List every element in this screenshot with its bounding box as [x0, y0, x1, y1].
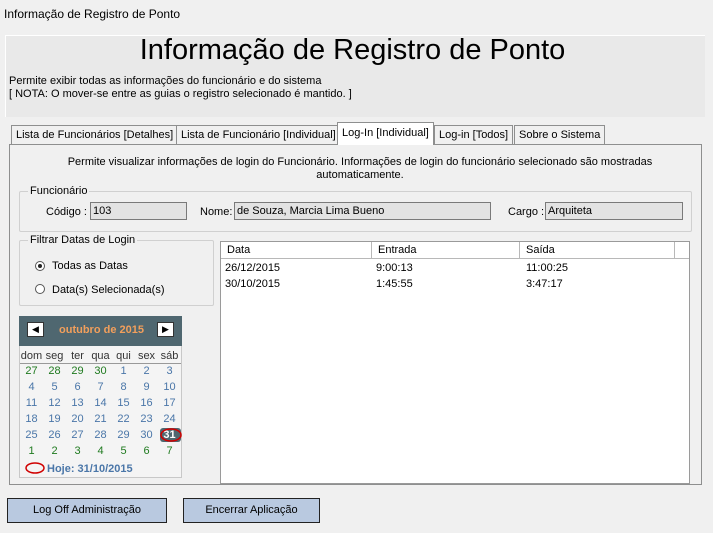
codigo-label: Código :: [46, 206, 87, 218]
calendar-divider: [20, 363, 181, 364]
radio-todas-datas[interactable]: [35, 261, 45, 271]
calendar-day[interactable]: 13: [66, 397, 89, 409]
calendar-day[interactable]: 4: [20, 381, 43, 393]
column-header-data[interactable]: Data: [221, 242, 372, 259]
weekday-label: sáb: [160, 350, 179, 362]
calendar-day[interactable]: 8: [112, 381, 135, 393]
weekday-label: dom: [20, 350, 43, 362]
calendar-day[interactable]: 14: [89, 397, 112, 409]
calendar-day[interactable]: 2: [135, 365, 158, 377]
calendar-next-button[interactable]: ▶: [157, 322, 174, 337]
calendar-prev-button[interactable]: ◀: [27, 322, 44, 337]
logoff-button[interactable]: Log Off Administração: [7, 498, 167, 523]
header-description: Permite exibir todas as informações do f…: [9, 75, 322, 87]
calendar-day[interactable]: 21: [89, 413, 112, 425]
radio-datas-selecionadas[interactable]: [35, 284, 45, 294]
weekday-label: sex: [137, 350, 156, 362]
calendar-day[interactable]: 27: [20, 365, 43, 377]
table-row[interactable]: 30/10/2015 1:45:55 3:47:17: [221, 275, 689, 291]
calendar-day[interactable]: 28: [89, 429, 112, 441]
calendar-day[interactable]: 7: [89, 381, 112, 393]
calendar-day[interactable]: 12: [43, 397, 66, 409]
nome-field[interactable]: de Souza, Marcia Lima Bueno: [234, 202, 491, 220]
radio-todas-datas-label[interactable]: Todas as Datas: [52, 260, 128, 272]
column-header-entrada[interactable]: Entrada: [372, 242, 520, 259]
calendar-day[interactable]: 11: [20, 397, 43, 409]
calendar-day[interactable]: 23: [135, 413, 158, 425]
calendar-day[interactable]: 20: [66, 413, 89, 425]
today-marker-icon: [25, 462, 45, 474]
calendar-day[interactable]: 24: [158, 413, 181, 425]
calendar-day[interactable]: 1: [112, 365, 135, 377]
calendar-day[interactable]: 27: [66, 429, 89, 441]
calendar-day[interactable]: 18: [20, 413, 43, 425]
filter-legend: Filtrar Datas de Login: [30, 234, 136, 246]
login-list[interactable]: Data Entrada Saída 26/12/2015 9:00:13 11…: [220, 241, 690, 484]
calendar-day[interactable]: 19: [43, 413, 66, 425]
weekday-label: ter: [71, 350, 84, 362]
calendar-day[interactable]: 9: [135, 381, 158, 393]
radio-datas-selecionadas-label[interactable]: Data(s) Selecionada(s): [52, 284, 165, 296]
header-note: [ NOTA: O mover-se entre as guias o regi…: [9, 88, 352, 100]
calendar-day[interactable]: 30: [89, 365, 112, 377]
calendar-day[interactable]: 22: [112, 413, 135, 425]
calendar-day[interactable]: 29: [66, 365, 89, 377]
calendar-day[interactable]: 5: [43, 381, 66, 393]
cell-data: 30/10/2015: [225, 278, 281, 290]
panel-description: Permite visualizar informações de login …: [67, 156, 653, 181]
calendar-day[interactable]: 10: [158, 381, 181, 393]
cargo-field[interactable]: Arquiteta: [545, 202, 683, 220]
calendar-day[interactable]: 16: [135, 397, 158, 409]
calendar-day[interactable]: 30: [135, 429, 158, 441]
calendar-day[interactable]: 6: [66, 381, 89, 393]
nome-label: Nome:: [200, 206, 233, 218]
calendar-day[interactable]: 26: [43, 429, 66, 441]
today-link[interactable]: Hoje: 31/10/2015: [47, 463, 133, 475]
weekday-label: qui: [116, 350, 131, 362]
calendar-day[interactable]: 5: [112, 445, 135, 457]
cell-data: 26/12/2015: [225, 262, 281, 274]
cell-saida: 3:47:17: [526, 278, 563, 290]
column-header-saida[interactable]: Saída: [520, 242, 675, 259]
tab-sobre-sistema[interactable]: Sobre o Sistema: [514, 125, 606, 144]
column-header-filler: [675, 242, 689, 259]
cell-entrada: 9:00:13: [376, 262, 413, 274]
table-row[interactable]: 26/12/2015 9:00:13 11:00:25: [221, 259, 689, 275]
calendar-day[interactable]: 25: [20, 429, 43, 441]
cell-saida: 11:00:25: [526, 262, 569, 274]
calendar-day[interactable]: 3: [66, 445, 89, 457]
calendar-day[interactable]: 2: [43, 445, 66, 457]
tab-login-todos[interactable]: Log-in [Todos]: [434, 125, 514, 144]
cargo-label: Cargo :: [508, 206, 545, 218]
calendar-day[interactable]: 1: [20, 445, 43, 457]
calendar-day[interactable]: 29: [112, 429, 135, 441]
weekday-label: seg: [45, 350, 64, 362]
calendar-day[interactable]: 3: [158, 365, 181, 377]
chevron-left-icon: ◀: [32, 324, 39, 334]
calendar-day[interactable]: 4: [89, 445, 112, 457]
tab-login-individual[interactable]: Log-In [Individual]: [337, 122, 434, 145]
window-title: Informação de Registro de Ponto: [4, 7, 181, 21]
calendar-month-label: outubro de 2015: [59, 324, 144, 336]
calendar-day[interactable]: 6: [135, 445, 158, 457]
cell-entrada: 1:45:55: [376, 278, 413, 290]
exit-button[interactable]: Encerrar Aplicação: [183, 498, 320, 523]
calendar-day[interactable]: 17: [158, 397, 181, 409]
calendar-day[interactable]: 7: [158, 445, 181, 457]
tab-lista-funcionario-individual[interactable]: Lista de Funcionário [Individual]: [176, 125, 341, 144]
calendar-day[interactable]: 15: [112, 397, 135, 409]
calendar-day[interactable]: 28: [43, 365, 66, 377]
today-circle-icon: [160, 428, 182, 442]
page-title: Informação de Registro de Ponto: [139, 34, 566, 66]
tab-lista-funcionarios-detalhes[interactable]: Lista de Funcionários [Detalhes]: [11, 125, 179, 144]
funcionario-legend: Funcionário: [30, 185, 88, 197]
chevron-right-icon: ▶: [162, 324, 169, 334]
weekday-label: qua: [91, 350, 110, 362]
codigo-field[interactable]: 103: [90, 202, 187, 220]
